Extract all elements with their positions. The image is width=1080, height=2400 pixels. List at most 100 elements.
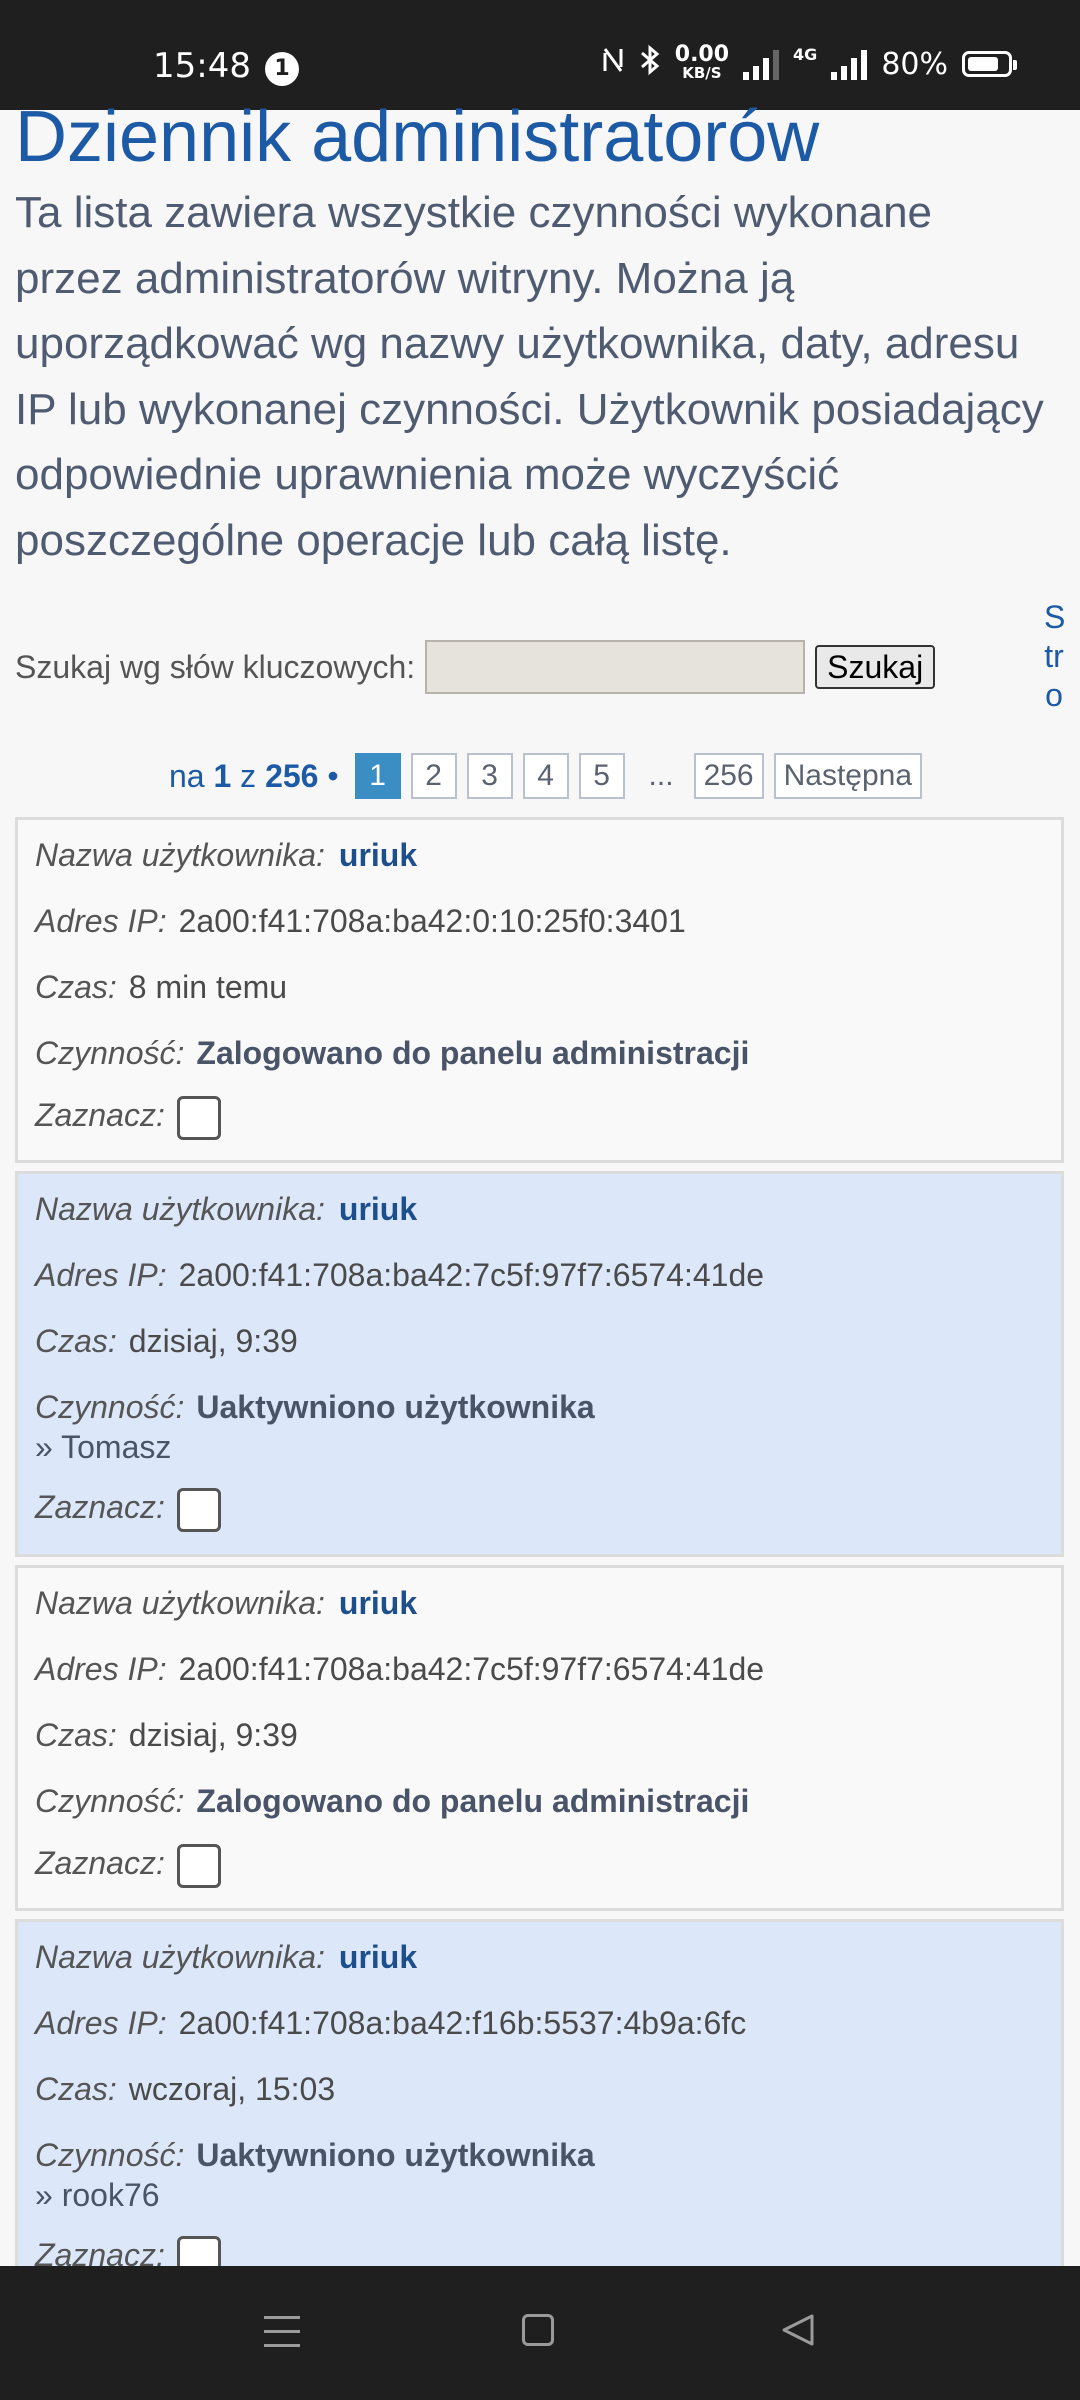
page-link-1[interactable]: 1 xyxy=(354,753,401,799)
search-label: Szukaj wg słów kluczowych: xyxy=(15,648,416,685)
user-label: Nazwa użytkownika: xyxy=(35,1191,325,1227)
time-label: Czas: xyxy=(35,969,117,1005)
status-icons: 0.00 KB/S 4G 80% xyxy=(601,42,1017,84)
entry-time-row: Czas: dzisiaj, 9:39 xyxy=(35,1715,1044,1755)
log-entry: Nazwa użytkownika: uriuk Adres IP: 2a00:f4… xyxy=(15,1919,1064,2305)
entry-ip-row: Adres IP: 2a00:f41:708a:ba42:f16b:5537:4b… xyxy=(35,2003,1044,2043)
log-entry: Nazwa użytkownika: uriuk Adres IP: 2a00:f4… xyxy=(15,1565,1064,1911)
entry-time-row: Czas: dzisiaj, 9:39 xyxy=(35,1321,1044,1361)
menu-icon[interactable] xyxy=(264,2316,300,2348)
entry-user[interactable]: uriuk xyxy=(339,837,417,873)
action-label: Czynność: xyxy=(35,1389,185,1425)
entry-select-row: Zaznacz: xyxy=(35,1487,1044,1532)
network-type: 4G xyxy=(793,44,818,64)
time-label: Czas: xyxy=(35,1717,117,1753)
entry-select-row: Zaznacz: xyxy=(35,1843,1044,1888)
pagination-current: 1 xyxy=(213,757,232,794)
pagination-total: 256 xyxy=(265,757,319,794)
home-icon[interactable] xyxy=(522,2314,554,2346)
notification-badge: 1 xyxy=(265,52,299,86)
entry-user-row: Nazwa użytkownika: uriuk xyxy=(35,1174,1044,1229)
pagination-ellipsis: ... xyxy=(648,759,674,792)
select-label: Zaznacz: xyxy=(35,1845,165,1881)
time-label: Czas: xyxy=(35,2071,117,2107)
bluetooth-icon xyxy=(639,44,661,84)
pagination-of: z xyxy=(240,757,257,794)
user-label: Nazwa użytkownika: xyxy=(35,1939,325,1975)
signal-icon-2 xyxy=(831,48,868,80)
select-checkbox[interactable] xyxy=(176,1843,221,1888)
entry-user-row: Nazwa użytkownika: uriuk xyxy=(35,1568,1044,1623)
entry-time-row: Czas: 8 min temu xyxy=(35,967,1044,1007)
user-label: Nazwa użytkownika: xyxy=(35,1585,325,1621)
entry-action-row: Czynność: Zalogowano do panelu administra… xyxy=(35,1033,1044,1073)
entry-action: Uaktywniono użytkownika xyxy=(196,2137,595,2173)
battery-fill xyxy=(968,57,998,71)
entry-target: » rook76 xyxy=(35,2177,160,2213)
entry-ip: 2a00:f41:708a:ba42:7c5f:97f7:6574:41de xyxy=(178,1257,765,1293)
entry-action: Uaktywniono użytkownika xyxy=(196,1389,595,1425)
page-link-3[interactable]: 3 xyxy=(466,753,513,799)
log-entry: Nazwa użytkownika: uriuk Adres IP: 2a00:f4… xyxy=(15,817,1064,1163)
action-label: Czynność: xyxy=(35,2137,185,2173)
page-link-5[interactable]: 5 xyxy=(578,753,625,799)
entry-action: Zalogowano do panelu administracji xyxy=(196,1783,750,1819)
entry-user[interactable]: uriuk xyxy=(339,1939,417,1975)
entry-action-row: Czynność: Zalogowano do panelu administra… xyxy=(35,1781,1044,1821)
action-label: Czynność: xyxy=(35,1783,185,1819)
signal-icon xyxy=(743,48,780,80)
status-bar: 15:48 1 0.00 KB/S 4G 80% xyxy=(0,0,1080,110)
ip-label: Adres IP: xyxy=(35,1651,167,1687)
page-link-4[interactable]: 4 xyxy=(522,753,569,799)
next-page-link[interactable]: Następna xyxy=(773,753,923,799)
log-entries: Nazwa użytkownika: uriuk Adres IP: 2a00:f4… xyxy=(15,817,1064,2313)
entry-ip: 2a00:f41:708a:ba42:7c5f:97f7:6574:41de xyxy=(178,1651,765,1687)
battery-percent: 80% xyxy=(881,46,948,82)
entry-user-row: Nazwa użytkownika: uriuk xyxy=(35,820,1044,875)
battery-icon xyxy=(962,51,1017,77)
search-input[interactable] xyxy=(425,640,806,694)
entry-ip-row: Adres IP: 2a00:f41:708a:ba42:7c5f:97f7:65… xyxy=(35,1255,1044,1295)
page-title: Dziennik administratorów xyxy=(15,97,820,177)
pagination: na 1 z 256 • 1 2 3 4 5 ... 256 Następna xyxy=(169,752,932,800)
page-link-last[interactable]: 256 xyxy=(693,753,764,799)
search-button[interactable]: Szukaj xyxy=(815,645,936,689)
entry-select-row: Zaznacz: xyxy=(35,1095,1044,1140)
ip-label: Adres IP: xyxy=(35,1257,167,1293)
select-label: Zaznacz: xyxy=(35,1097,165,1133)
network-speed: 0.00 KB/S xyxy=(674,42,730,83)
select-checkbox[interactable] xyxy=(176,1487,221,1532)
pagination-summary: na 1 z 256 • xyxy=(169,758,339,795)
select-label: Zaznacz: xyxy=(35,1489,165,1525)
entry-target: » Tomasz xyxy=(35,1429,172,1465)
entry-time: wczoraj, 15:03 xyxy=(128,2071,336,2107)
action-label: Czynność: xyxy=(35,1035,185,1071)
pagination-separator: • xyxy=(327,757,339,794)
entry-user[interactable]: uriuk xyxy=(339,1585,417,1621)
ip-label: Adres IP: xyxy=(35,903,167,939)
pages-side-label: Stro xyxy=(1044,599,1066,713)
log-entry: Nazwa użytkownika: uriuk Adres IP: 2a00:f4… xyxy=(15,1171,1064,1557)
entry-action-row: Czynność: Uaktywniono użytkownika xyxy=(35,1387,1044,1427)
entry-action: Zalogowano do panelu administracji xyxy=(196,1035,750,1071)
time-label: Czas: xyxy=(35,1323,117,1359)
page-link-2[interactable]: 2 xyxy=(410,753,457,799)
network-speed-value: 0.00 xyxy=(674,42,730,67)
ip-label: Adres IP: xyxy=(35,2005,167,2041)
network-speed-unit: KB/S xyxy=(682,64,722,82)
page-description: Ta lista zawiera wszystkie czynności wyk… xyxy=(15,188,1044,565)
status-time: 15:48 xyxy=(153,46,251,86)
entry-user-row: Nazwa użytkownika: uriuk xyxy=(35,1922,1044,1977)
back-icon[interactable] xyxy=(780,2312,816,2353)
nfc-off-icon xyxy=(601,45,625,83)
entry-time: dzisiaj, 9:39 xyxy=(128,1323,298,1359)
entry-user[interactable]: uriuk xyxy=(339,1191,417,1227)
entry-ip: 2a00:f41:708a:ba42:0:10:25f0:3401 xyxy=(178,903,686,939)
select-checkbox[interactable] xyxy=(176,1095,221,1140)
entry-action-row: Czynność: Uaktywniono użytkownika xyxy=(35,2135,1044,2175)
entry-ip-row: Adres IP: 2a00:f41:708a:ba42:7c5f:97f7:65… xyxy=(35,1649,1044,1689)
entry-time: dzisiaj, 9:39 xyxy=(128,1717,298,1753)
entry-ip: 2a00:f41:708a:ba42:f16b:5537:4b9a:6fc xyxy=(178,2005,747,2041)
entry-ip-row: Adres IP: 2a00:f41:708a:ba42:0:10:25f0:34… xyxy=(35,901,1044,941)
entry-time-row: Czas: wczoraj, 15:03 xyxy=(35,2069,1044,2109)
